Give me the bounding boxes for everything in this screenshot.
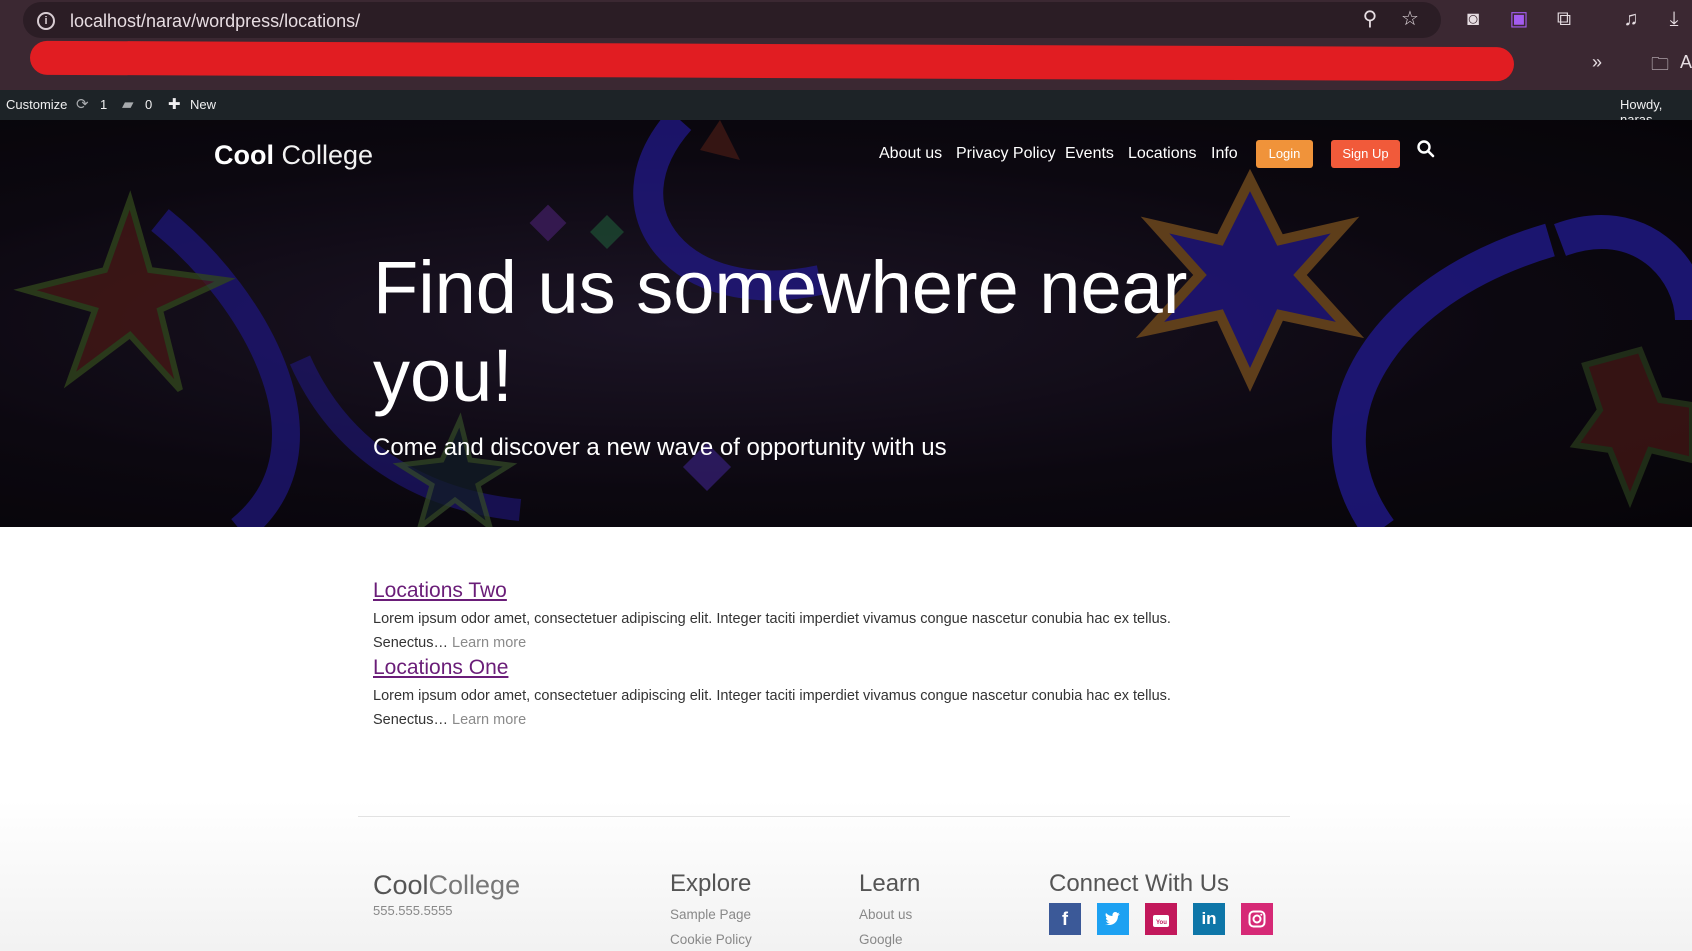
camera-icon[interactable]: ◙ (1460, 6, 1486, 32)
customize-link[interactable]: Customize (6, 97, 67, 112)
footer-link-sample-page[interactable]: Sample Page (670, 907, 751, 922)
signup-button[interactable]: Sign Up (1331, 140, 1400, 168)
location-title-two[interactable]: Locations Two (373, 579, 507, 603)
footer-link-about-us[interactable]: About us (859, 907, 912, 922)
site-logo[interactable]: Cool College (214, 140, 373, 171)
comments-icon[interactable]: ▰ (122, 95, 134, 113)
bookmarks-overflow-icon[interactable]: » (1592, 52, 1602, 73)
url-text[interactable]: localhost/narav/wordpress/locations/ (70, 11, 360, 32)
hero-title: Find us somewhere near you! (373, 246, 1188, 417)
download-icon[interactable]: ⤓ (1661, 6, 1687, 32)
learn-more-link[interactable]: Learn more (452, 635, 526, 651)
footer-logo-bold: Cool (373, 870, 429, 900)
footer-link-cookie-policy[interactable]: Cookie Policy (670, 932, 752, 947)
browser-chrome: i localhost/narav/wordpress/locations/ ⚲… (0, 0, 1692, 90)
puzzle-icon[interactable]: ⧉ (1551, 6, 1577, 32)
footer-logo-light: College (428, 870, 521, 900)
logo-bold: Cool (214, 140, 274, 170)
media-icon[interactable]: ♫ (1618, 6, 1644, 32)
learn-more-link[interactable]: Learn more (452, 712, 526, 728)
site-info-icon[interactable]: i (37, 12, 55, 30)
site-footer (0, 800, 1692, 951)
footer-learn-heading: Learn (859, 870, 921, 897)
extension-icon[interactable]: ▣ (1506, 6, 1532, 32)
address-bar[interactable]: i localhost/narav/wordpress/locations/ (23, 2, 1441, 38)
updates-count[interactable]: 1 (100, 97, 107, 112)
bookmark-folder-label[interactable]: A (1680, 52, 1692, 73)
location-excerpt-two: Lorem ipsum odor amet, consectetuer adip… (373, 607, 1233, 655)
updates-icon[interactable]: ⟳ (76, 95, 89, 113)
wp-admin-bar: Customize ⟳ 1 ▰ 0 ✚ New Howdy, naras (0, 90, 1692, 127)
logo-light: College (281, 140, 374, 170)
linkedin-icon[interactable]: in (1193, 903, 1225, 935)
nav-about-us[interactable]: About us (879, 145, 942, 163)
comments-count[interactable]: 0 (145, 97, 152, 112)
zoom-icon[interactable]: ⚲ (1357, 6, 1383, 32)
login-button[interactable]: Login (1256, 140, 1313, 168)
plus-icon[interactable]: ✚ (168, 95, 181, 113)
hero-subtitle: Come and discover a new wave of opportun… (373, 434, 947, 461)
bookmark-star-icon[interactable]: ☆ (1397, 6, 1423, 32)
folder-icon[interactable]: 🗀 (1651, 52, 1669, 82)
location-excerpt-one: Lorem ipsum odor amet, consectetuer adip… (373, 684, 1233, 732)
footer-divider (358, 816, 1290, 817)
nav-locations[interactable]: Locations (1128, 145, 1197, 163)
footer-link-google[interactable]: Google (859, 932, 903, 947)
footer-phone: 555.555.5555 (373, 903, 453, 918)
svg-text:You: You (1156, 920, 1167, 926)
footer-connect-heading: Connect With Us (1049, 870, 1230, 897)
nav-info[interactable]: Info (1211, 145, 1238, 163)
footer-logo[interactable]: CoolCollege (373, 870, 520, 901)
hero-banner: Cool College About us Privacy Policy Eve… (0, 120, 1692, 527)
youtube-icon[interactable]: You (1145, 903, 1177, 935)
footer-explore-heading: Explore (670, 870, 752, 897)
instagram-icon[interactable] (1241, 903, 1273, 935)
nav-privacy-policy[interactable]: Privacy Policy (956, 145, 1056, 163)
nav-events[interactable]: Events (1065, 145, 1114, 163)
location-title-one[interactable]: Locations One (373, 656, 508, 680)
twitter-icon[interactable] (1097, 903, 1129, 935)
new-link[interactable]: New (190, 97, 216, 112)
facebook-icon[interactable]: f (1049, 903, 1081, 935)
redaction-mark (29, 40, 1515, 82)
